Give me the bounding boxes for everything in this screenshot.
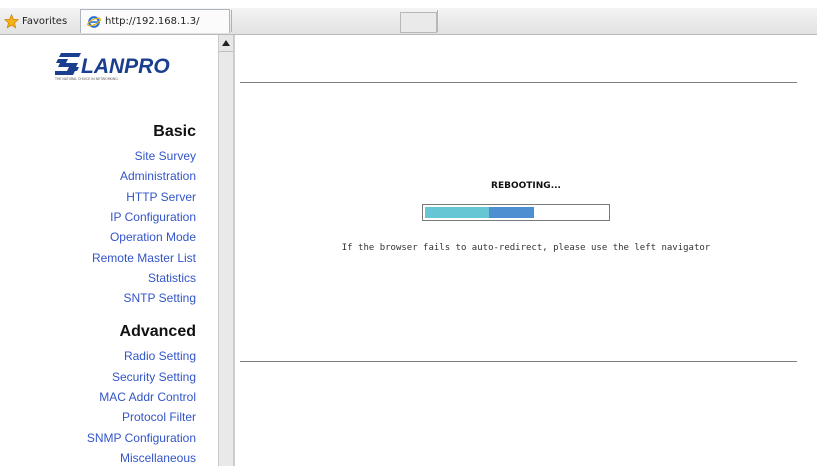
logo-tagline: THE NATURAL CHOICE IN NETWORKING: [55, 77, 118, 81]
reboot-progress-bar: [422, 204, 610, 221]
browser-tab-title: http://192.168.1.3/: [105, 16, 200, 27]
browser-tab[interactable]: http://192.168.1.3/: [80, 9, 230, 33]
lanpro-logo: LANPRO THE NATURAL CHOICE IN NETWORKING: [55, 53, 170, 81]
new-tab-button[interactable]: [400, 12, 437, 33]
logo-wordmark: LANPRO: [81, 55, 170, 78]
scroll-up-button[interactable]: [219, 35, 233, 52]
progress-segment-dark: [488, 207, 534, 218]
tab-divider: [231, 10, 232, 32]
redirect-hint-text: If the browser fails to auto-redirect, p…: [341, 243, 711, 253]
favorites-button[interactable]: Favorites: [4, 12, 67, 30]
sidebar-item-ip-configuration[interactable]: IP Configuration: [110, 210, 196, 224]
scroll-up-arrow-icon: [222, 40, 230, 46]
sidebar-item-operation-mode[interactable]: Operation Mode: [110, 230, 196, 244]
sidebar-item-radio-setting[interactable]: Radio Setting: [124, 349, 196, 363]
nav-heading-advanced: Advanced: [119, 323, 196, 341]
progress-segment-light: [425, 207, 489, 218]
star-icon: [4, 13, 19, 29]
progress-fill: [425, 207, 534, 218]
left-frame-scrollbar[interactable]: [218, 35, 234, 466]
browser-tab-bar: Favorites http://192.168.1.3/: [0, 8, 817, 35]
internet-explorer-icon: [87, 15, 101, 28]
sidebar-item-remote-master-list[interactable]: Remote Master List: [92, 251, 196, 265]
sidebar-item-protocol-filter[interactable]: Protocol Filter: [122, 410, 196, 424]
favorites-label: Favorites: [22, 15, 68, 27]
left-navigation-frame: LANPRO THE NATURAL CHOICE IN NETWORKING …: [0, 35, 218, 466]
nav-heading-basic: Basic: [153, 123, 196, 140]
sidebar-item-security-setting[interactable]: Security Setting: [112, 370, 196, 384]
sidebar-item-http-server[interactable]: HTTP Server: [126, 190, 196, 204]
tab-divider: [437, 10, 438, 32]
sidebar-item-site-survey[interactable]: Site Survey: [135, 149, 196, 163]
sidebar-item-sntp-setting[interactable]: SNTP Setting: [124, 291, 196, 305]
main-content-frame: REBOOTING... If the browser fails to aut…: [235, 35, 817, 466]
sidebar-item-mac-addr-control[interactable]: MAC Addr Control: [99, 390, 196, 404]
bottom-divider: [240, 361, 797, 362]
sidebar-item-snmp-configuration[interactable]: SNMP Configuration: [87, 431, 196, 445]
sidebar-item-administration[interactable]: Administration: [120, 169, 196, 183]
sidebar-item-statistics[interactable]: Statistics: [148, 271, 196, 285]
top-divider: [240, 82, 797, 83]
rebooting-status-title: REBOOTING...: [491, 181, 561, 191]
sidebar-item-miscellaneous[interactable]: Miscellaneous: [120, 451, 196, 465]
